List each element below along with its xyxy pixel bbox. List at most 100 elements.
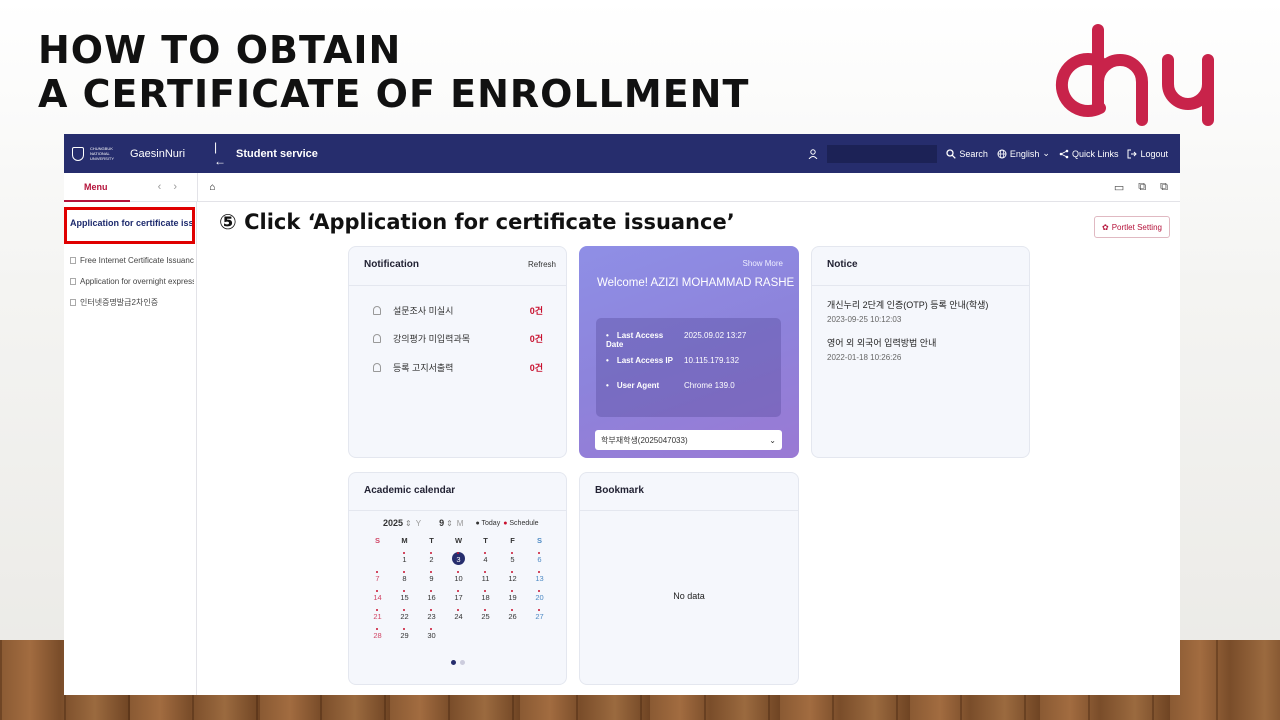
legend-today: ● Today: [475, 519, 501, 527]
notification-count: 0건: [529, 363, 543, 373]
brand-logo[interactable]: CHUNGBUK NATIONAL UNIVERSITY GaesinNuri: [64, 146, 214, 161]
student-status-select[interactable]: 학부재학생(2025047033) ⌄: [595, 430, 782, 450]
sidebar: Application for certificate issuance Fre…: [64, 202, 197, 695]
window-settings-icon[interactable]: ⧉: [1138, 181, 1146, 194]
calendar-day[interactable]: 27: [526, 609, 553, 631]
notification-label: 설문조사 미실시: [393, 306, 454, 316]
browser-screenshot: CHUNGBUK NATIONAL UNIVERSITY GaesinNuri …: [64, 134, 1180, 695]
year-unit: Y: [415, 518, 422, 528]
legend-schedule: ● Schedule: [503, 520, 538, 527]
calendar-week-row: 123456: [364, 552, 554, 574]
notice-item-title: 개신누리 2단계 인증(OTP) 등록 안내(학생): [827, 300, 989, 310]
logout-label: Logout: [1140, 148, 1168, 159]
quick-links-label: Quick Links: [1071, 148, 1119, 159]
sidebar-item-overnight-express[interactable]: Application for overnight express: [70, 271, 194, 292]
notice-item[interactable]: 개신누리 2단계 인증(OTP) 등록 안내(학생) 2023-09-25 10…: [827, 298, 988, 324]
weekday-label: S: [374, 536, 380, 545]
month-stepper-icon[interactable]: ⇕: [446, 519, 453, 528]
bell-icon: [373, 334, 381, 343]
top-navigation-bar: CHUNGBUK NATIONAL UNIVERSITY GaesinNuri …: [64, 134, 1180, 173]
menu-nav-arrows[interactable]: ‹›: [158, 181, 189, 193]
calendar-day: [499, 631, 526, 650]
sub-toolbar: Menu ‹› ⌂ ▭ ⧉ ⧉: [64, 173, 1180, 202]
logout-button[interactable]: Logout: [1127, 149, 1168, 159]
sidebar-item-second-auth[interactable]: 인터넷증명발급2차인증: [70, 292, 194, 313]
language-selector[interactable]: English ⌄: [997, 148, 1050, 159]
notice-title: Notice: [827, 259, 858, 270]
calendar-day[interactable]: 24: [445, 609, 472, 631]
last-access-date-value: 2025.09.02 13:27: [684, 331, 747, 340]
divider: [812, 285, 1029, 286]
step-instruction: ⑤ Click ‘Application for certificate iss…: [219, 210, 735, 234]
calendar-day[interactable]: 25: [472, 609, 499, 631]
refresh-button[interactable]: Refresh: [528, 260, 556, 269]
window-icon[interactable]: ▭: [1114, 181, 1124, 194]
notification-label: 강의평가 미입력과목: [393, 334, 471, 344]
calendar-day[interactable]: 30: [418, 628, 445, 650]
calendar-day[interactable]: 26: [499, 609, 526, 631]
welcome-greeting: Welcome! AZIZI MOHAMMAD RASHE: [597, 277, 795, 289]
notification-item[interactable]: 강의평가 미입력과목 0건: [373, 332, 543, 345]
tab-menu-label: Menu: [84, 182, 108, 192]
next-arrow-icon[interactable]: ›: [173, 181, 189, 193]
welcome-card: Show More Welcome! AZIZI MOHAMMAD RASHE …: [579, 246, 799, 458]
notice-item-date: 2023-09-25 10:12:03: [827, 315, 902, 324]
notification-item[interactable]: 등록 고지서출력 0건: [373, 361, 543, 374]
show-more-link[interactable]: Show More: [743, 259, 783, 268]
calendar-month: 9: [439, 518, 445, 528]
notice-item[interactable]: 영어 외 외국어 입력방법 안내 2022-01-18 10:26:26: [827, 336, 936, 362]
logout-icon: [1127, 149, 1138, 158]
portlet-setting-button[interactable]: ✿ Portlet Setting: [1094, 216, 1170, 238]
calendar-day: [445, 631, 472, 650]
calendar-title: Academic calendar: [364, 485, 456, 496]
university-name: CHUNGBUK NATIONAL UNIVERSITY: [90, 146, 115, 161]
sidebar-item-application-for-certificate[interactable]: Application for certificate issuance: [64, 207, 195, 244]
sidebar-item-label: 인터넷증명발급2차인증: [80, 298, 159, 307]
share-icon: [1059, 149, 1069, 158]
page-dot[interactable]: [460, 660, 465, 665]
calendar-year: 2025: [383, 518, 404, 528]
document-icon: [70, 299, 76, 306]
prev-arrow-icon[interactable]: ‹: [158, 181, 174, 193]
schedule-dot-icon: ●: [503, 519, 508, 527]
user-agent-label: User Agent: [606, 381, 676, 390]
sidebar-item-free-certificate[interactable]: Free Internet Certificate Issuance: [70, 250, 194, 271]
notice-item-date: 2022-01-18 10:26:26: [827, 353, 902, 362]
divider: [349, 285, 566, 286]
page-dot-active[interactable]: [451, 660, 456, 665]
calendar-day[interactable]: 28: [364, 628, 391, 650]
search-button[interactable]: Search: [946, 149, 988, 159]
calendar-day: [472, 631, 499, 650]
access-info-panel: Last Access Date 2025.09.02 13:27 Last A…: [596, 318, 781, 417]
portlet-setting-label: Portlet Setting: [1111, 222, 1162, 232]
calendar-pager[interactable]: [451, 660, 465, 665]
slide-title-line2: A CERTIFICATE OF ENROLLMENT: [38, 72, 750, 116]
calendar-day-today[interactable]: 3: [445, 552, 472, 574]
slide-title-line1: HOW TO OBTAIN: [38, 28, 402, 72]
student-status-value: 학부재학생(2025047033): [601, 435, 688, 445]
home-icon[interactable]: ⌂: [197, 173, 227, 201]
user-agent-row: User Agent Chrome 139.0: [606, 381, 776, 390]
academic-calendar-card: Academic calendar 2025 ⇕ Y 9 ⇕ M ● Today…: [348, 472, 567, 685]
year-stepper-icon[interactable]: ⇕: [405, 519, 412, 528]
calendar-week-row: 21 22 23 24 25 26 27: [364, 609, 554, 631]
tab-menu[interactable]: Menu ‹›: [64, 173, 197, 202]
university-crest-icon: [72, 146, 84, 161]
last-access-date-label: Last Access Date: [606, 331, 676, 349]
window-add-icon[interactable]: ⧉: [1160, 181, 1168, 194]
collapse-left-icon[interactable]: |←: [214, 140, 226, 168]
month-unit: M: [456, 518, 464, 528]
quick-links-button[interactable]: Quick Links: [1059, 148, 1119, 159]
user-name-redacted: [827, 144, 938, 163]
calendar-week-row: 14 15 16 17 18 19 20: [364, 590, 554, 612]
notice-card: Notice 개신누리 2단계 인증(OTP) 등록 안내(학생) 2023-0…: [811, 246, 1030, 458]
chevron-down-icon: ⌄: [769, 435, 776, 445]
notification-item[interactable]: 설문조사 미실시 0건: [373, 304, 543, 317]
legend-today-label: Today: [481, 519, 501, 527]
bookmark-title: Bookmark: [595, 485, 644, 496]
calendar-day[interactable]: 29: [391, 628, 418, 650]
bell-icon: [373, 306, 381, 315]
service-title[interactable]: Student service: [236, 148, 318, 160]
calendar-grid: S M T W T F S 1 2 3 4 5 6 7 8 9 10 11 12 13 14 15 16 17 18 19 20 21…: [364, 536, 554, 650]
cbnu-logo-icon: [1055, 24, 1214, 126]
